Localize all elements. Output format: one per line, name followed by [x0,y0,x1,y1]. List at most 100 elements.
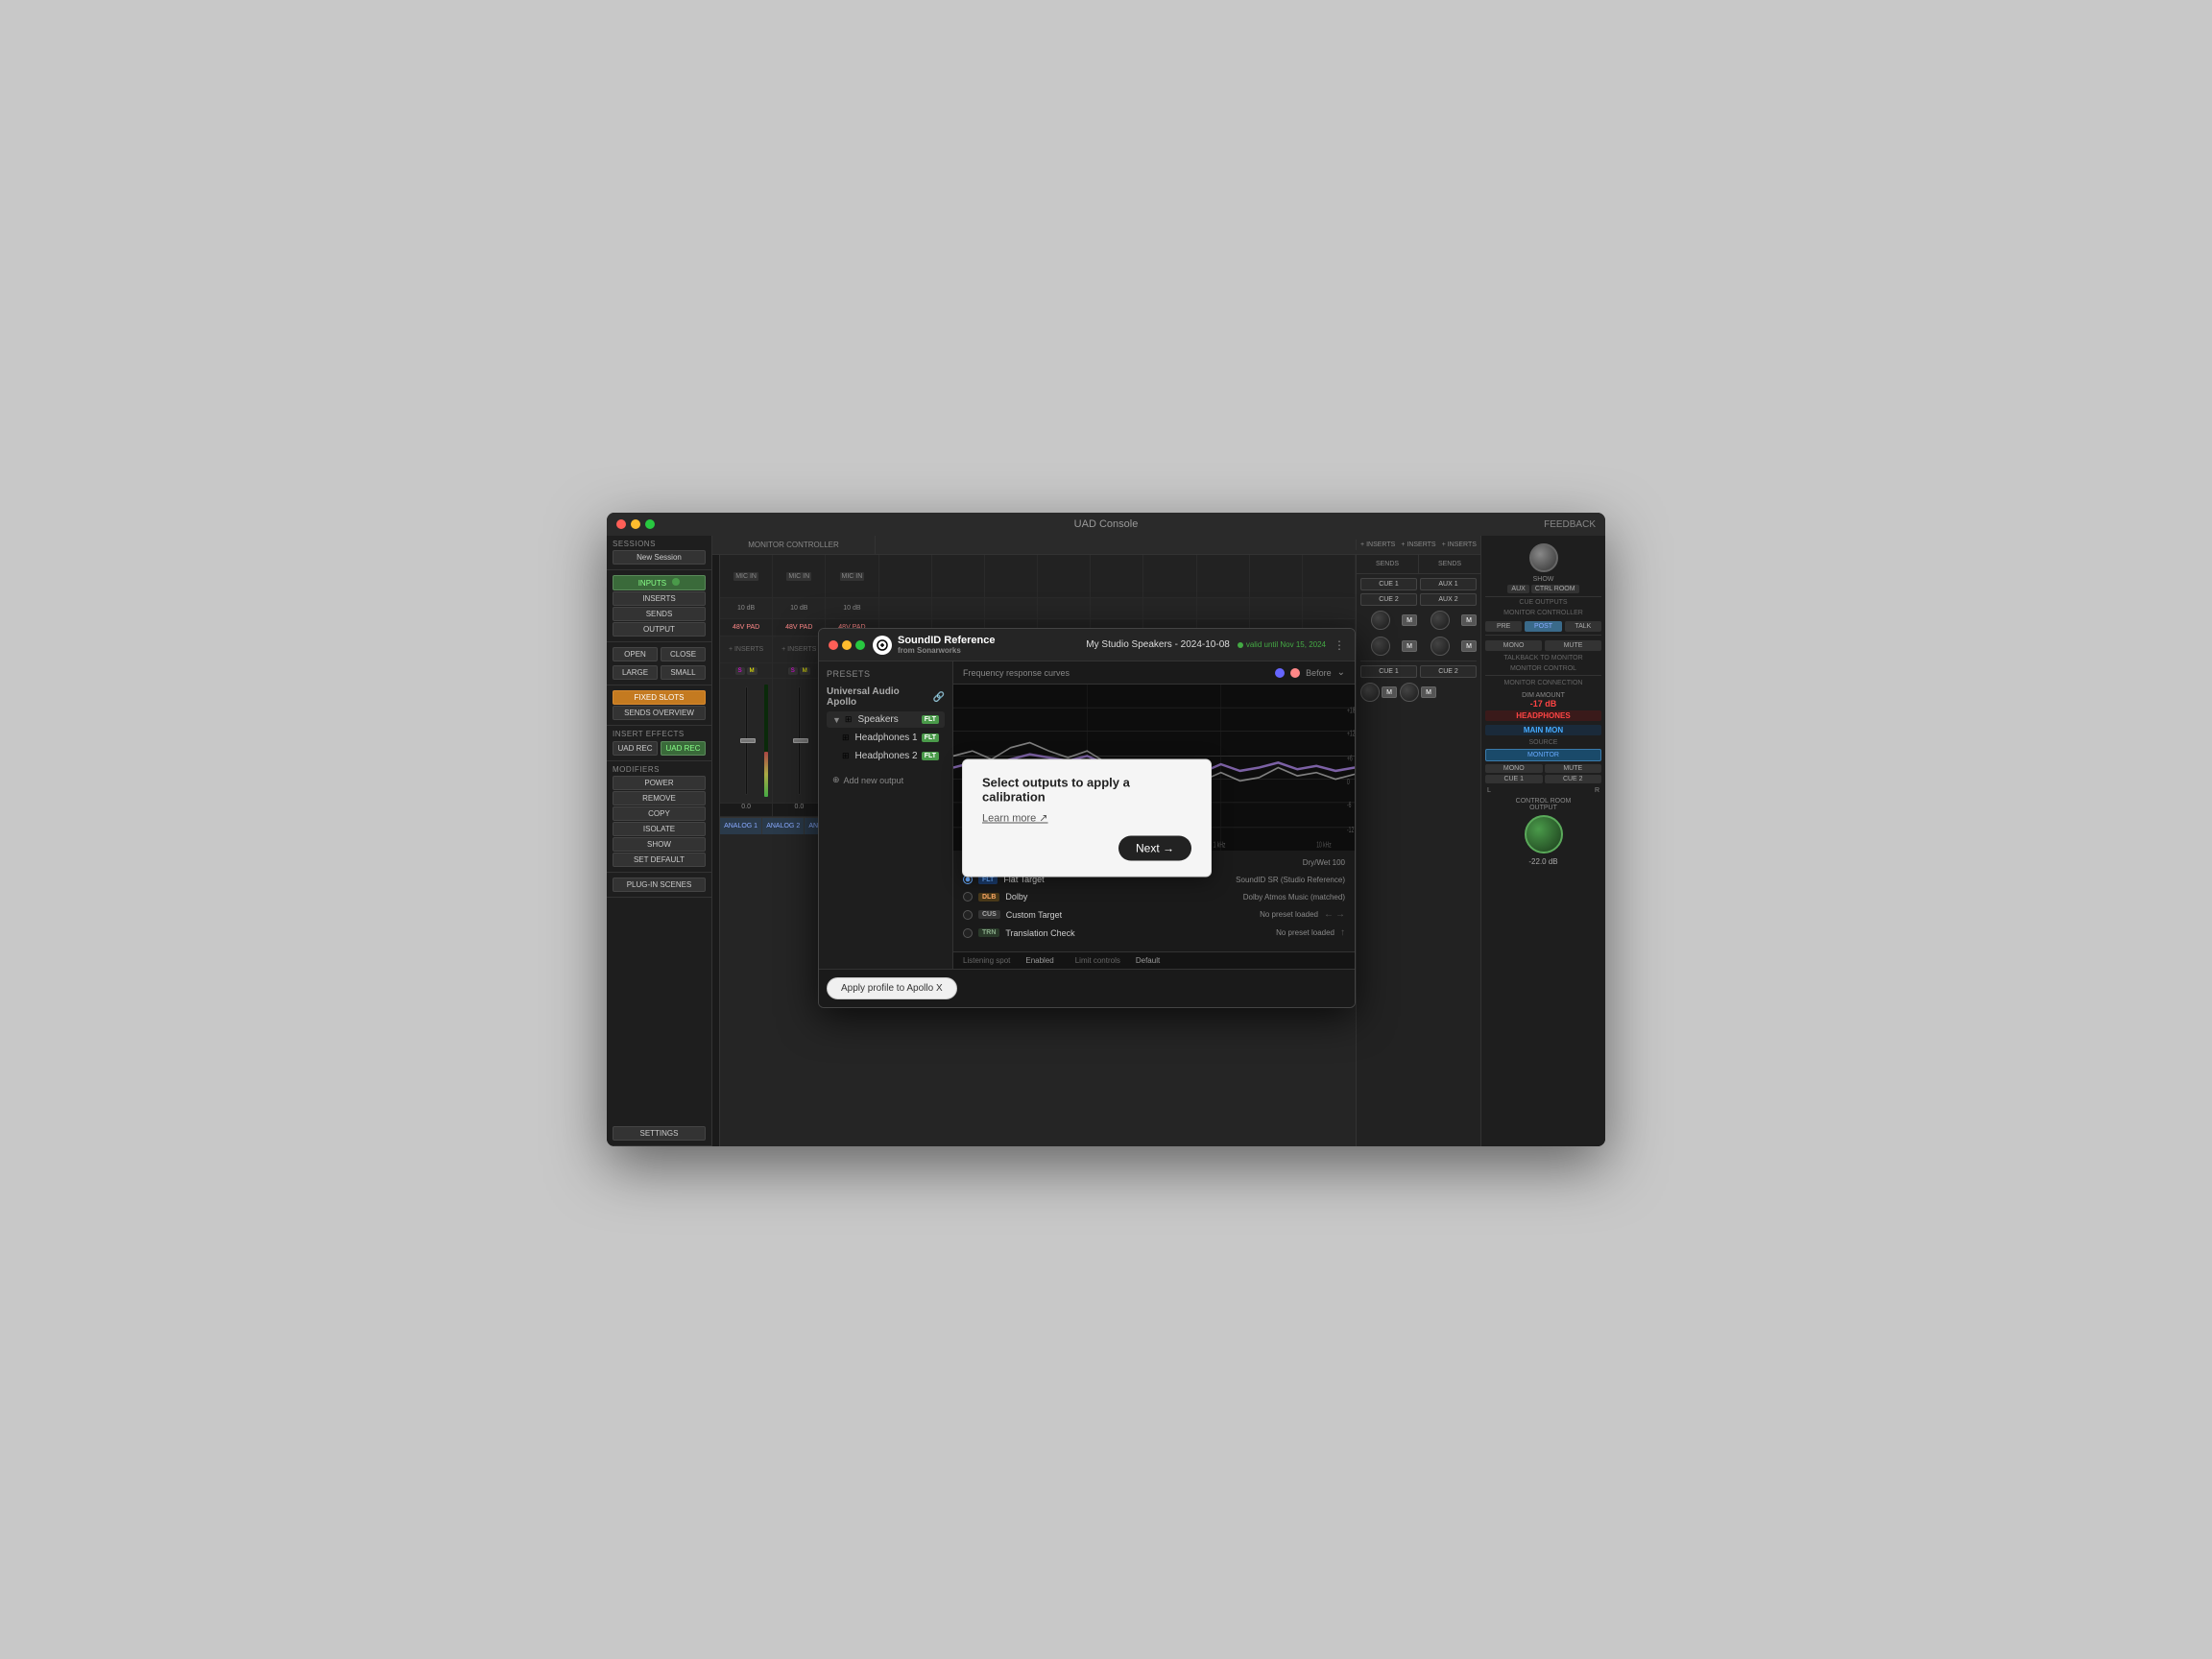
custom-radio[interactable] [963,910,973,920]
uad-rec-btn[interactable]: UAD REC [613,741,658,756]
speakers-item[interactable]: ▼ ⊞ Speakers FLT [827,711,945,728]
bottom-label-1[interactable]: ANALOG 1 [720,818,762,834]
headphones-2-item[interactable]: ⊞ Headphones 2 FLT [827,748,945,764]
headphones-2-grid-icon: ⊞ [842,751,850,761]
listening-spot-value[interactable]: Enabled [1025,956,1053,965]
output-btn[interactable]: OUTPUT [613,622,706,637]
solo-btn-2[interactable]: S [788,667,798,675]
aux1-item[interactable]: AUX 1 [1420,578,1477,590]
cue1-b-item[interactable]: CUE 1 [1360,665,1417,678]
settings-btn[interactable]: SETTINGS [613,1126,706,1141]
cue2-b-knob[interactable] [1400,683,1419,702]
control-room-knob[interactable] [1525,815,1563,854]
show-btn[interactable]: SHOW [613,837,706,852]
fader-1[interactable] [720,679,773,803]
fader-track-2[interactable] [798,686,801,795]
monitor-source-btn[interactable]: MONITOR [1485,749,1601,761]
phantom-cell-1[interactable]: 48V PAD [720,619,773,636]
sends-overview-btn[interactable]: SENDS OVERVIEW [613,706,706,720]
control-room-label: CONTROL ROOM [1485,798,1601,805]
translation-target-row[interactable]: TRN Translation Check No preset loaded ↑ [963,926,1345,940]
inserts-btn[interactable]: INSERTS [613,591,706,606]
inputs-btn[interactable]: INPUTS [613,575,706,590]
cue1-item[interactable]: CUE 1 [1360,578,1417,590]
custom-prev-btn[interactable]: ← [1324,909,1334,920]
cue2-m-btn[interactable]: M [1402,640,1417,652]
before-toggle: Before ⌄ [1275,667,1345,678]
remove-btn[interactable]: REMOVE [613,791,706,805]
aux1-m-btn[interactable]: M [1461,614,1477,626]
dolby-target-row[interactable]: DLB Dolby Dolby Atmos Music (matched) [963,890,1345,903]
aux2-item[interactable]: AUX 2 [1420,593,1477,606]
uad-rec2-btn[interactable]: UAD REC [661,741,706,756]
custom-target-row[interactable]: CUS Custom Target No preset loaded ← → [963,907,1345,922]
close-window-btn[interactable] [616,519,626,529]
profile-name[interactable]: My Studio Speakers - 2024-10-08 [1086,639,1230,650]
new-session-btn[interactable]: New Session [613,550,706,565]
ctrl-room-btn[interactable]: CTRL ROOM [1531,585,1579,593]
custom-next-btn[interactable]: → [1335,909,1345,920]
add-output-btn[interactable]: ⊕ Add new output [827,772,945,788]
talk-btn[interactable]: TALK [1565,621,1601,632]
translation-prev-btn[interactable]: ↑ [1340,927,1345,938]
maximize-window-btn[interactable] [645,519,655,529]
mono-output-btn[interactable]: MONO [1485,764,1543,773]
cue1-b-knob[interactable] [1360,683,1380,702]
aux2-m-btn[interactable]: M [1461,640,1477,652]
power-btn[interactable]: POWER [613,776,706,790]
mic-label-3: MIC IN [840,572,865,581]
sends-btn[interactable]: SENDS [613,607,706,621]
post-btn[interactable]: POST [1525,621,1561,632]
plug-in-scenes-btn[interactable]: PLUG-IN SCENES [613,878,706,892]
cue1-b-m-btn[interactable]: M [1382,686,1397,698]
insert-cell-1[interactable]: + INSERTS [720,637,773,662]
cue2-item[interactable]: CUE 2 [1360,593,1417,606]
large-btn[interactable]: LARGE [613,665,658,680]
mute-output-btn[interactable]: MUTE [1545,764,1602,773]
cue1-m-btn[interactable]: M [1402,614,1417,626]
translation-badge: TRN [978,928,999,937]
learn-more-link[interactable]: Learn more ↗ [982,813,1048,825]
close-btn[interactable]: CLOSE [661,647,706,661]
link-icon[interactable]: 🔗 [933,692,945,703]
mute-btn-2[interactable]: M [800,667,810,675]
copy-btn[interactable]: COPY [613,806,706,821]
solo-btn-1[interactable]: S [735,667,745,675]
minimize-window-btn[interactable] [631,519,640,529]
mute-btn-1[interactable]: M [747,667,757,675]
apply-profile-btn[interactable]: Apply profile to Apollo X [827,977,957,999]
small-btn[interactable]: SMALL [661,665,706,680]
mono-m-btn[interactable]: MONO [1485,640,1542,651]
dolby-radio[interactable] [963,892,973,902]
cue2-knob[interactable] [1371,637,1390,656]
more-options-btn[interactable]: ⋮ [1334,638,1345,652]
cue2-b-m-btn[interactable]: M [1421,686,1436,698]
cue2-b-item[interactable]: CUE 2 [1420,665,1477,678]
before-label[interactable]: Before [1306,668,1332,678]
translation-radio[interactable] [963,928,973,938]
aux1-knob[interactable] [1431,611,1450,630]
bottom-label-2[interactable]: ANALOG 2 [762,818,805,834]
expand-btn[interactable]: ⌄ [1337,667,1345,678]
next-btn[interactable]: Next → [1118,836,1191,861]
aux2-knob[interactable] [1431,637,1450,656]
isolate-btn[interactable]: ISOLATE [613,822,706,836]
pre-btn[interactable]: PRE [1485,621,1522,632]
dialog-minimize-btn[interactable] [842,640,852,650]
cue1-knob[interactable] [1371,611,1390,630]
set-default-btn[interactable]: SET DEFAULT [613,853,706,867]
cue2-output-btn[interactable]: CUE 2 [1545,775,1602,783]
dialog-maximize-btn[interactable] [855,640,865,650]
headphones-1-item[interactable]: ⊞ Headphones 1 FLT [827,730,945,746]
fader-track-1[interactable] [745,686,748,795]
open-btn[interactable]: OPEN [613,647,658,661]
cue1-output-btn[interactable]: CUE 1 [1485,775,1543,783]
mute-m-btn[interactable]: MUTE [1545,640,1601,651]
db-cell-3: 10 dB [826,598,878,618]
limit-controls-value[interactable]: Default [1136,956,1160,965]
feedback-label[interactable]: FEEDBACK [1544,519,1596,530]
translation-name: Translation Check [1005,928,1074,938]
dialog-close-btn[interactable] [829,640,838,650]
aux-btn[interactable]: AUX [1507,585,1528,593]
fixed-slots-btn[interactable]: FIXED SLOTS [613,690,706,705]
